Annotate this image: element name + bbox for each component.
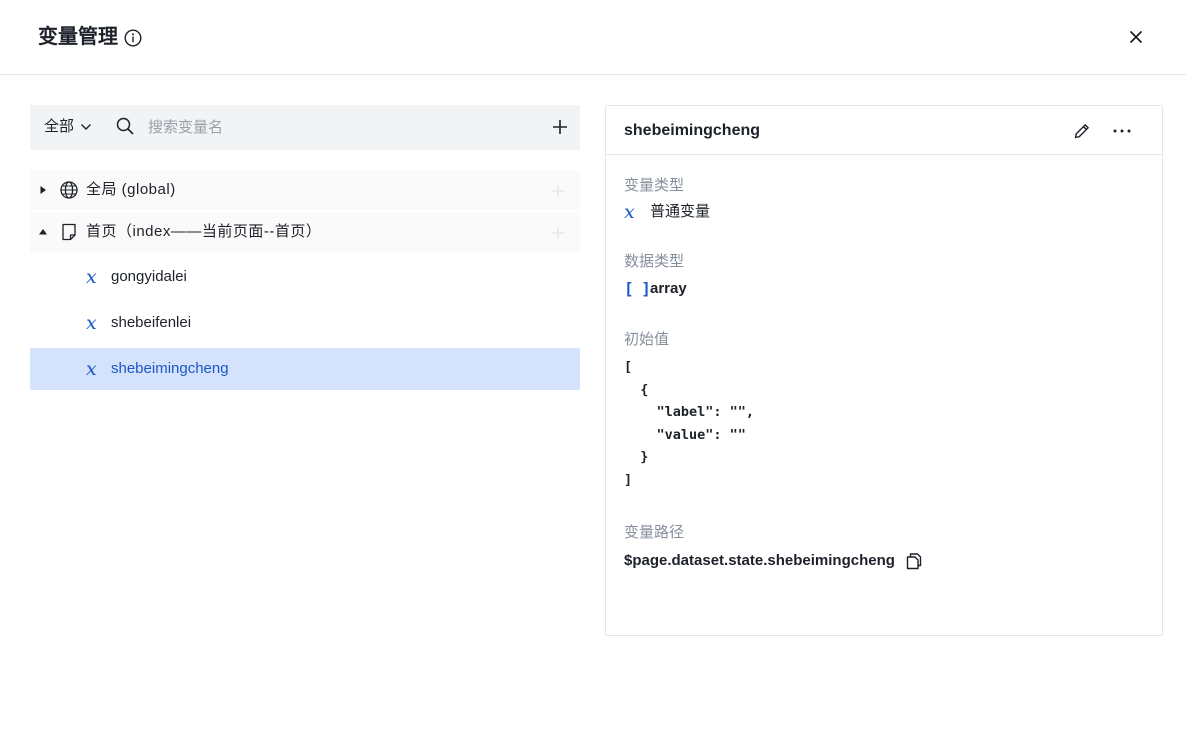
variable-item-shebeifenlei[interactable]: x shebeifenlei bbox=[30, 302, 580, 344]
variable-x-icon: x bbox=[86, 266, 97, 288]
variable-label: gongyidalei bbox=[111, 268, 187, 285]
info-icon[interactable] bbox=[124, 29, 142, 47]
scope-label: 全部 bbox=[44, 118, 75, 135]
copy-icon[interactable] bbox=[905, 552, 923, 570]
dialog-header: 变量管理 bbox=[0, 0, 1186, 75]
chevron-down-icon bbox=[81, 124, 92, 130]
data-type-text: array bbox=[650, 280, 687, 297]
variable-x-icon: x bbox=[624, 201, 635, 223]
var-type-label: 变量类型 bbox=[624, 177, 685, 194]
search-icon bbox=[116, 117, 134, 135]
scope-dropdown[interactable]: 全部 bbox=[44, 117, 92, 137]
initial-value-code: [ { "label": "", "value": "" } ] bbox=[624, 359, 755, 488]
variable-detail-panel: shebeimingcheng 变量类型 x 普通变量 数据类型 [ ] arr… bbox=[605, 105, 1163, 636]
more-icon[interactable] bbox=[1111, 121, 1133, 141]
initial-value-label: 初始值 bbox=[624, 331, 670, 348]
dialog-title: 变量管理 bbox=[38, 26, 118, 48]
tree-group-global[interactable]: 全局 (global) bbox=[30, 170, 580, 210]
group-add-icon[interactable] bbox=[550, 225, 566, 241]
data-type-label: 数据类型 bbox=[624, 253, 685, 270]
tree-group-label: 首页（index——当前页面--首页） bbox=[86, 223, 322, 240]
var-path-label: 变量路径 bbox=[624, 524, 685, 541]
variable-item-gongyidalei[interactable]: x gongyidalei bbox=[30, 256, 580, 298]
tree-group-label: 全局 (global) bbox=[86, 181, 176, 198]
tree-group-index[interactable]: 首页（index——当前页面--首页） bbox=[30, 212, 580, 252]
variable-x-icon: x bbox=[86, 312, 97, 334]
var-type-text: 普通变量 bbox=[650, 203, 711, 220]
variable-tree: 全局 (global) 首页（index——当前页面--首页） x gongyi… bbox=[30, 170, 580, 390]
detail-header: shebeimingcheng bbox=[606, 106, 1162, 155]
array-bracket-icon: [ ] bbox=[624, 279, 651, 298]
variable-item-shebeimingcheng[interactable]: x shebeimingcheng bbox=[30, 348, 580, 390]
variable-x-icon: x bbox=[86, 358, 97, 380]
edit-icon[interactable] bbox=[1072, 121, 1092, 141]
group-add-icon[interactable] bbox=[550, 183, 566, 199]
caret-right-icon[interactable] bbox=[38, 185, 48, 195]
data-type-value: [ ] array bbox=[624, 279, 687, 299]
close-button[interactable] bbox=[1124, 25, 1148, 49]
caret-up-icon[interactable] bbox=[38, 227, 48, 237]
globe-icon bbox=[60, 181, 78, 199]
variable-label: shebeifenlei bbox=[111, 314, 192, 331]
close-icon bbox=[1130, 31, 1142, 43]
search-input[interactable] bbox=[148, 115, 528, 139]
variable-label: shebeimingcheng bbox=[111, 360, 229, 377]
variable-toolbar: 全部 bbox=[30, 105, 580, 150]
var-path-value: $page.dataset.state.shebeimingcheng bbox=[624, 552, 895, 569]
page-icon bbox=[62, 223, 76, 241]
add-variable-button[interactable] bbox=[550, 117, 570, 137]
var-path-row: $page.dataset.state.shebeimingcheng bbox=[624, 551, 923, 571]
detail-title: shebeimingcheng bbox=[624, 122, 761, 139]
var-type-value: x 普通变量 bbox=[624, 202, 710, 222]
